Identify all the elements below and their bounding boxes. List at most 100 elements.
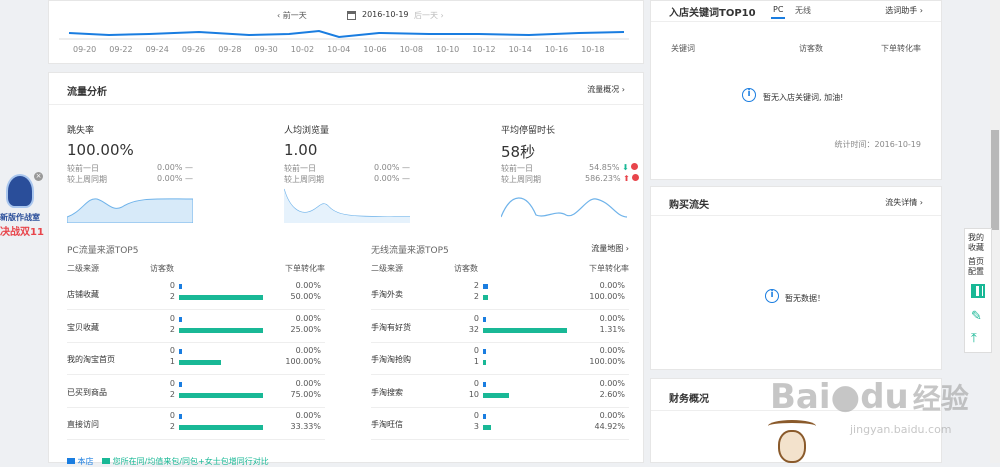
row-rate-peer: 2.60% [599,389,625,399]
row-rate-shop: 0.00% [599,281,625,290]
metric-pageviews: 人均浏览量 1.00 较前一日 0.00% — 较上周同期 0.00% — [284,123,414,223]
bar-peer [179,327,263,333]
wm-brand2: du [860,377,909,417]
metric-sparkline [67,198,193,223]
metric-week-value: 0.00% — [157,174,193,183]
bar-shop [483,381,486,387]
ad-close-icon[interactable]: × [34,172,43,181]
current-date: 2016-10-19 [362,10,409,19]
keyword-helper-label: 选词助手 [885,6,918,15]
table-row[interactable]: 我的淘宝首页 0 1 0.00% 100.00% [67,344,325,375]
qrcode-icon[interactable] [971,284,985,298]
table-row[interactable]: 已买到商品 0 2 0.00% 75.00% [67,377,325,408]
bar-shop [179,349,182,354]
row-visitors-peer: 1 [169,357,175,366]
visitor-trend-card: ‹ 前一天 2016-10-19 后一天 › 09-20 09-22 09-24 09… [48,0,644,64]
bar-peer [483,425,491,430]
metric-label: 人均浏览量 [284,126,330,136]
table-row[interactable]: 手淘搜索 0 10 0.00% 2.60% [371,377,629,408]
metric-value: 58秒 [501,143,536,161]
row-source-name: 已买到商品 [67,387,107,397]
side-home-config-button[interactable]: 首页配置 [968,257,990,277]
row-divider [371,341,629,343]
keywords-stat-time: 统计时间：2016-10-19 [834,140,922,149]
down-arrow-icon: ⬇ [622,163,629,172]
row-visitors-peer: 10 [468,389,479,399]
kw-col-conversion: 下单转化率 [881,44,921,53]
metric-sparkline [284,188,410,223]
table-row[interactable]: 宝贝收藏 0 2 0.00% 25.00% [67,312,325,343]
wm-cn: 经验 [912,382,969,415]
day-val: 0.00% [157,163,183,172]
tab-pc[interactable]: PC [773,5,783,14]
pc-col-source: 二级来源 [67,264,99,273]
row-rate-shop: 0.00% [295,378,321,388]
row-visitors-shop: 0 [169,411,175,420]
row-divider [67,406,325,408]
row-divider [67,439,325,440]
table-row[interactable]: 手淘有好货 0 32 0.00% 1.31% [371,312,629,343]
row-rate-shop: 0.00% [295,346,321,355]
keywords-card: 入店关键词TOP10 PC 无线 选词助手 › 关键词 访客数 下单转化率 i … [650,0,942,180]
ad-line2: 决战双11 [0,227,44,238]
traffic-map-link[interactable]: 流量地图 › [591,243,629,254]
scrollbar-thumb[interactable] [991,130,999,230]
alert-icon[interactable] [632,174,640,181]
prev-day-button[interactable]: ‹ 前一天 [277,10,307,21]
bar-shop [483,284,489,289]
info-icon: i [765,289,779,303]
row-visitors-shop: 0 [473,346,479,355]
row-rate-shop: 0.00% [599,313,625,323]
side-toolbar: 我的收藏 首页配置 ✎ ⤒ [964,228,992,353]
row-visitors-peer: 3 [473,422,479,431]
row-rate-shop: 0.00% [295,411,321,420]
back-to-top-icon[interactable]: ⤒ [971,331,977,346]
row-rate-peer: 25.00% [290,324,321,334]
table-row[interactable]: 手淘外卖 2 2 0.00% 100.00% [371,279,629,310]
x-tick-label: 09-20 [73,45,97,54]
metric-label: 平均停留时长 [501,126,556,136]
dash: — [401,163,410,172]
traffic-divider [49,104,643,105]
row-visitors-shop: 2 [473,281,479,290]
metric-bounce-rate: 跳失率 100.00% 较前一日 0.00% — 较上周同期 0.00% — [67,123,197,223]
legend-swatch-shop [67,458,75,464]
metric-value: 1.00 [284,141,318,159]
row-source-name: 宝贝收藏 [67,322,99,332]
metric-week-label: 较上周同期 [67,175,107,184]
table-row[interactable]: 手淘淘抢购 0 1 0.00% 100.00% [371,344,629,375]
row-visitors-peer: 2 [169,422,175,431]
day-val: 0.00% [374,163,400,172]
table-row[interactable]: 直接访问 0 2 0.00% 33.33% [67,409,325,440]
edit-icon[interactable]: ✎ [971,309,982,324]
metric-day-value: 54.85% ⬇ [589,163,639,172]
keyword-helper-link[interactable]: 选词助手 › [885,5,923,16]
loss-detail-link[interactable]: 流失详情 › [885,197,923,208]
row-rate-shop: 0.00% [599,411,625,420]
side-fav-button[interactable]: 我的收藏 [968,233,990,253]
loss-detail-label: 流失详情 [885,198,918,207]
row-rate-shop: 0.00% [599,346,625,355]
loss-empty-message: 暂无数据！ [785,294,825,303]
mobile-col-source: 二级来源 [371,264,403,273]
metric-day-label: 较前一日 [67,164,99,173]
pc-source-top5: PC流量来源TOP5 二级来源 访客数 下单转化率 店铺收藏 0 2 0.00% 50.… [67,243,325,453]
table-row[interactable]: 手淘旺信 0 3 0.00% 44.92% [371,409,629,440]
loss-divider [651,215,941,216]
purchase-loss-title: 购买流失 [669,200,709,211]
info-icon: i [742,88,756,102]
alert-icon[interactable] [631,163,639,170]
up-arrow-icon: ⬆ [623,174,630,183]
traffic-overview-link[interactable]: 流量概况 › [587,84,625,95]
metric-day-value: 0.00% — [374,163,410,172]
trend-series-line [68,29,625,39]
promo-ad-widget[interactable]: × 新版作战室 决战双11 [0,172,46,240]
metric-sparkline [501,197,627,218]
row-rate-peer: 1.31% [599,324,625,334]
next-day-button[interactable]: 后一天 › [414,10,444,21]
chart-legend: 本店 您所在同/均值来包/同包+女士包增同行对比 [67,456,269,467]
calendar-icon[interactable] [347,11,356,20]
x-tick-label: 10-18 [581,45,605,54]
tab-wireless[interactable]: 无线 [795,5,811,16]
table-row[interactable]: 店铺收藏 0 2 0.00% 50.00% [67,279,325,310]
